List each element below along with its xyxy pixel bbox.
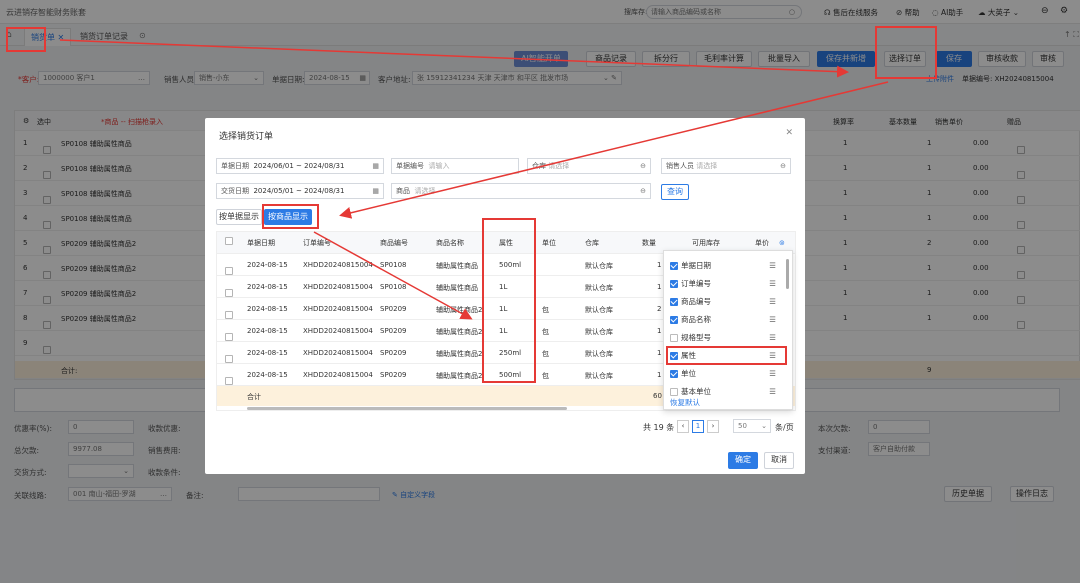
arrow-to-select-order	[59, 39, 849, 78]
arrow-to-attribute-column	[313, 231, 473, 320]
arrow-to-view-by-product	[339, 81, 889, 219]
annotation-arrows	[59, 39, 889, 320]
